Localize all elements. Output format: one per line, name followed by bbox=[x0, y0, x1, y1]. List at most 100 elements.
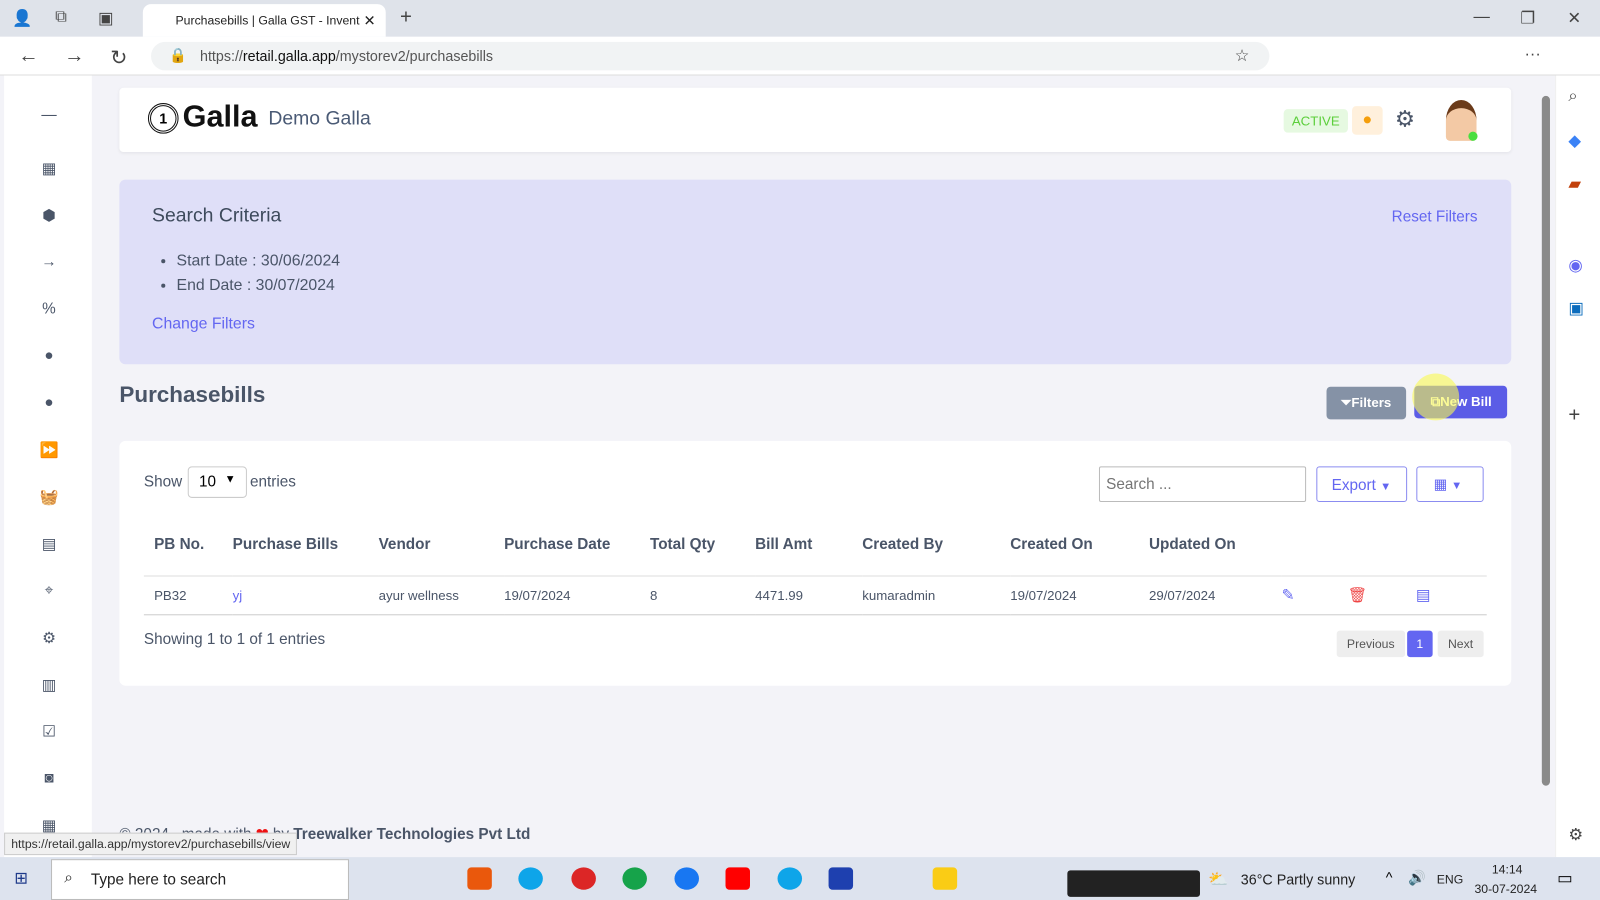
volume-icon[interactable]: 🔊 bbox=[1408, 869, 1426, 886]
clock-time[interactable]: 14:14 bbox=[1492, 862, 1523, 876]
company-link[interactable]: Treewalker Technologies Pvt Ltd bbox=[293, 826, 530, 843]
skype-icon[interactable] bbox=[777, 867, 803, 890]
camera-icon[interactable]: ◙ bbox=[39, 769, 59, 786]
previous-page-button[interactable]: Previous bbox=[1336, 630, 1405, 658]
file-explorer-icon[interactable] bbox=[932, 867, 958, 890]
col-purchase-date[interactable]: Purchase Date bbox=[504, 514, 650, 575]
edge-icon[interactable] bbox=[518, 867, 543, 890]
new-tab-icon[interactable]: + bbox=[400, 6, 412, 29]
office-icon[interactable]: ◉ bbox=[1568, 255, 1582, 275]
table-search-input[interactable] bbox=[1098, 466, 1307, 503]
sidebar: — ▦ ⬢ → % ● ● ⏩ 🧺 ▤ ⌖ ⚙ ▥ ☑ ◙ ▦ bbox=[4, 75, 92, 858]
col-updated-on[interactable]: Updated On bbox=[1149, 514, 1282, 575]
col-purchase-bills[interactable]: Purchase Bills bbox=[233, 514, 379, 575]
page-1-button[interactable]: 1 bbox=[1407, 630, 1433, 658]
language-indicator[interactable]: ENG bbox=[1437, 872, 1464, 886]
weather-text[interactable]: 36°C Partly sunny bbox=[1241, 871, 1356, 887]
more-icon[interactable]: ··· bbox=[1524, 46, 1540, 64]
reset-filters-link[interactable]: Reset Filters bbox=[1392, 208, 1478, 225]
forward-circle-icon[interactable]: ⏩ bbox=[39, 441, 59, 459]
view-details-icon[interactable]: ▤ bbox=[1416, 587, 1430, 604]
arrow-right-icon[interactable]: → bbox=[39, 253, 59, 270]
next-page-button[interactable]: Next bbox=[1437, 630, 1484, 658]
purchasebills-table-card: Show 10▼ entries Export ▼ ▦ ▼ PB No. Pur… bbox=[119, 440, 1512, 686]
checkbox-icon[interactable]: ☑ bbox=[39, 722, 59, 740]
logo-text[interactable]: Galla bbox=[183, 100, 258, 135]
windows-start-icon[interactable]: ⊞ bbox=[14, 868, 28, 888]
clock-date[interactable]: 30-07-2024 bbox=[1474, 882, 1537, 896]
location-icon[interactable]: ⌖ bbox=[39, 582, 59, 599]
record-icon[interactable] bbox=[571, 867, 596, 890]
close-tab-icon[interactable]: ✕ bbox=[364, 12, 376, 29]
chrome-icon[interactable] bbox=[622, 867, 647, 890]
collections-icon[interactable]: ⧉ bbox=[55, 8, 67, 26]
refresh-icon[interactable]: ↻ bbox=[110, 45, 127, 71]
settings-icon[interactable]: ⚙ bbox=[39, 629, 59, 647]
export-button[interactable]: Export ▼ bbox=[1316, 466, 1408, 503]
status-url-tooltip: https://retail.galla.app/mystorev2/purch… bbox=[4, 832, 298, 856]
page-scrollbar[interactable] bbox=[1539, 82, 1553, 849]
show-label: Show bbox=[143, 473, 183, 491]
outlook-icon[interactable]: ▣ bbox=[1568, 298, 1583, 318]
profile-icon[interactable]: 👤 bbox=[12, 8, 32, 28]
minimize-icon[interactable]: — bbox=[1473, 8, 1489, 26]
dashboard-icon[interactable]: ▦ bbox=[39, 159, 59, 177]
taskbar-search[interactable]: ⌕ Type here to search bbox=[51, 859, 349, 900]
settings-gear-icon[interactable]: ⚙ bbox=[1395, 106, 1415, 133]
cell-bill-link[interactable]: yj bbox=[233, 576, 379, 615]
user-circle-icon[interactable]: ● bbox=[39, 394, 59, 411]
close-window-icon[interactable]: ✕ bbox=[1567, 8, 1581, 28]
facebook-icon[interactable] bbox=[674, 867, 699, 890]
discount-icon[interactable]: % bbox=[39, 300, 59, 317]
user-icon[interactable]: ● bbox=[39, 347, 59, 364]
col-vendor[interactable]: Vendor bbox=[379, 514, 505, 575]
change-filters-link[interactable]: Change Filters bbox=[152, 315, 255, 333]
tools-icon[interactable]: ▰ bbox=[1568, 173, 1581, 193]
add-icon[interactable]: + bbox=[1568, 404, 1580, 427]
entries-select[interactable]: 10 ▼ bbox=[187, 466, 247, 498]
edit-icon[interactable]: ✎ bbox=[1282, 587, 1295, 604]
tray-chevron-icon[interactable]: ^ bbox=[1386, 869, 1393, 885]
app-header: 1 Galla Demo Galla ACTIVE ● ⚙ bbox=[119, 87, 1512, 153]
box-icon[interactable]: ⬢ bbox=[39, 206, 59, 224]
col-pb-no[interactable]: PB No. bbox=[144, 514, 233, 575]
basket-icon[interactable]: 🧺 bbox=[39, 488, 59, 506]
capture-toolbar[interactable] bbox=[1067, 870, 1200, 897]
search-criteria-card: Search Criteria Reset Filters Start Date… bbox=[119, 179, 1512, 365]
shopping-tag-icon[interactable]: ◆ bbox=[1568, 131, 1581, 151]
delete-icon[interactable]: 🗑 bbox=[1348, 587, 1367, 604]
cell-qty: 8 bbox=[649, 587, 658, 603]
favorite-icon[interactable]: ☆ bbox=[1235, 46, 1250, 66]
weather-icon: ⛅ bbox=[1208, 871, 1229, 889]
page-title: Purchasebills bbox=[119, 381, 266, 408]
status-badge: ACTIVE bbox=[1283, 109, 1348, 133]
report-icon[interactable]: ▥ bbox=[39, 676, 59, 694]
restore-icon[interactable]: ❐ bbox=[1520, 8, 1535, 28]
alert-icon[interactable]: ● bbox=[1352, 106, 1383, 135]
cell-created-by: kumaradmin bbox=[862, 587, 936, 603]
search-icon[interactable]: ⌕ bbox=[1568, 88, 1577, 106]
tab-actions-icon[interactable]: ▣ bbox=[98, 8, 113, 28]
column-visibility-button[interactable]: ▦ ▼ bbox=[1416, 466, 1484, 503]
firefox-icon[interactable] bbox=[467, 867, 492, 890]
sidebar-settings-icon[interactable]: ⚙ bbox=[1568, 824, 1583, 844]
entries-label: entries bbox=[249, 473, 296, 491]
col-created-on[interactable]: Created On bbox=[1010, 514, 1149, 575]
table-row: PB32 yj ayur wellness 19/07/2024 8 4471.… bbox=[143, 576, 1487, 615]
notifications-icon[interactable]: ▭ bbox=[1557, 868, 1572, 888]
contacts-icon[interactable]: ▤ bbox=[39, 535, 59, 553]
caret-down-icon: ▼ bbox=[1451, 479, 1463, 492]
browser-tab[interactable]: Purchasebills | Galla GST - Invent ✕ bbox=[142, 4, 386, 37]
forward-icon[interactable]: → bbox=[64, 45, 84, 68]
col-total-qty[interactable]: Total Qty bbox=[650, 514, 755, 575]
col-created-by[interactable]: Created By bbox=[862, 514, 1010, 575]
menu-toggle-icon[interactable]: — bbox=[39, 106, 59, 123]
col-bill-amt[interactable]: Bill Amt bbox=[755, 514, 862, 575]
cell-pb-no: PB32 bbox=[154, 587, 187, 603]
galla-logo-icon: 1 bbox=[147, 103, 179, 134]
url-field[interactable]: 🔒 https://retail.galla.app/mystorev2/purc… bbox=[151, 41, 1270, 71]
store-icon[interactable] bbox=[828, 867, 854, 890]
youtube-icon[interactable] bbox=[725, 867, 750, 890]
filters-button[interactable]: ⏷Filters bbox=[1326, 386, 1407, 420]
back-icon[interactable]: ← bbox=[18, 45, 38, 68]
